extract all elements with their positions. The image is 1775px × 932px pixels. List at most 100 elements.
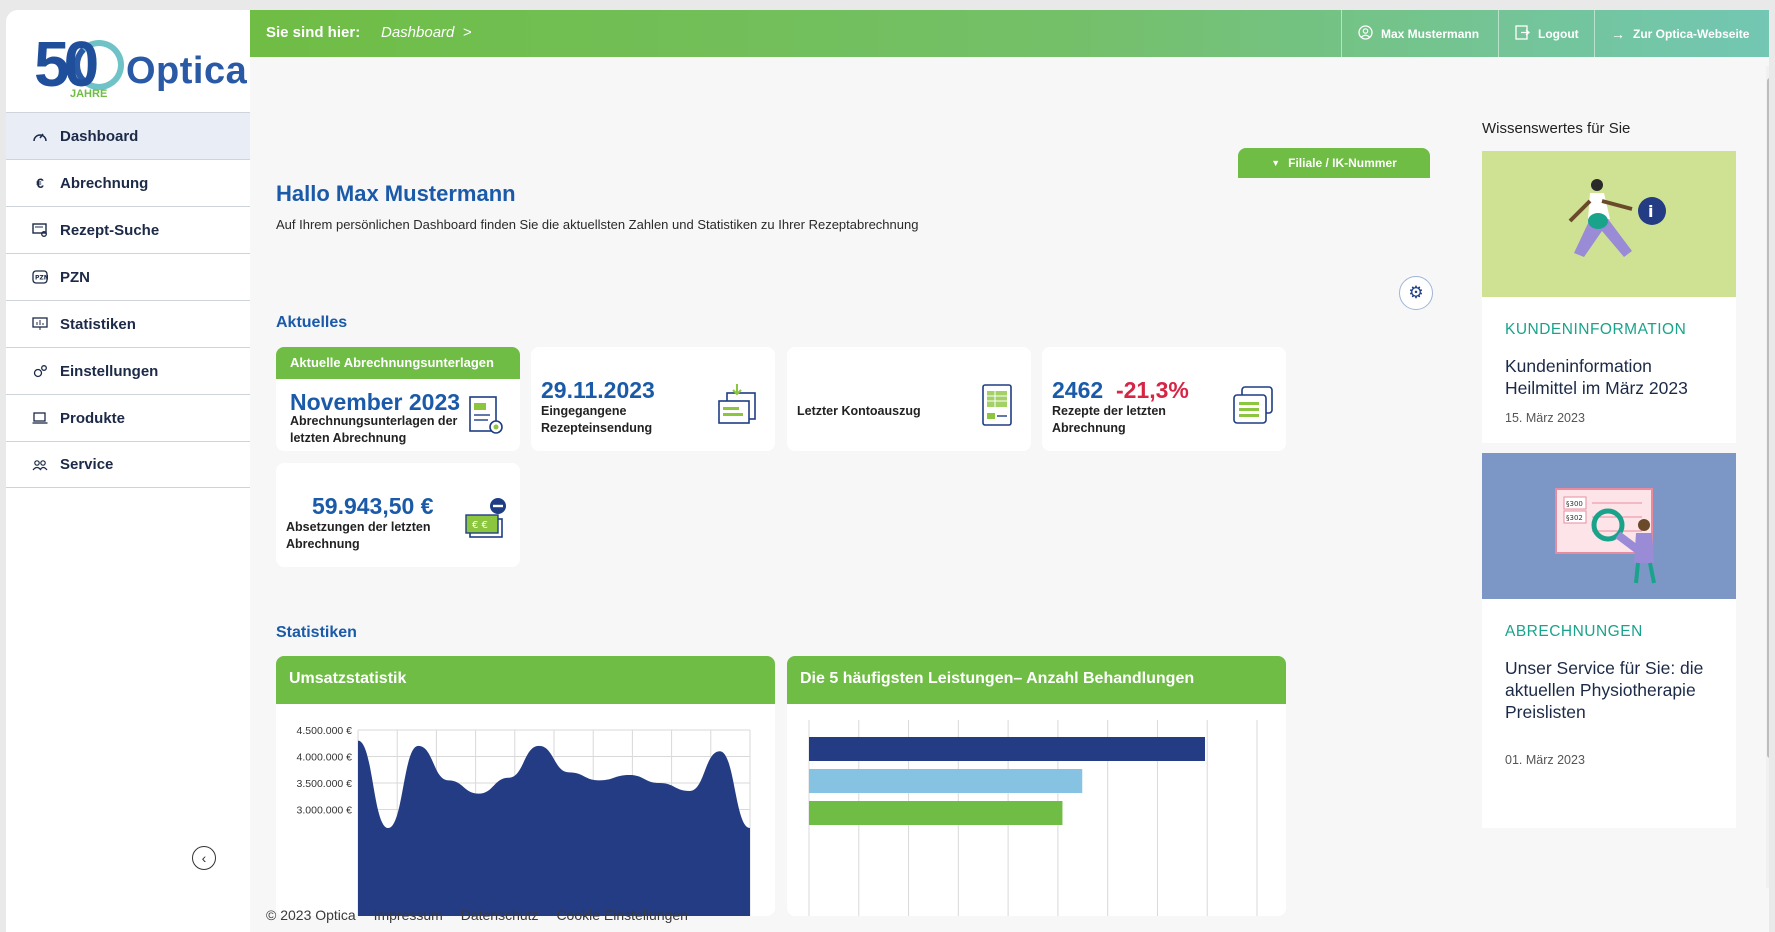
tray-download-icon — [715, 383, 761, 429]
filiale-label: Filiale / IK-Nummer — [1288, 156, 1397, 170]
logo-brand: Optica — [126, 50, 248, 92]
chevron-left-icon: ‹ — [201, 850, 207, 866]
news-category: ABRECHNUNGEN — [1505, 623, 1643, 640]
bar — [809, 769, 1083, 793]
logout-button[interactable]: Logout — [1498, 10, 1594, 57]
sidebar-item-rezept-suche[interactable]: Rezept-Suche — [6, 206, 250, 253]
sidebar-item-abrechnung[interactable]: € Abrechnung — [6, 159, 250, 206]
sidebar-item-label: Dashboard — [60, 127, 139, 145]
pzn-icon: PZN — [30, 268, 50, 286]
y-tick-label: 3.500.000 € — [297, 778, 353, 790]
chevron-down-icon: ▼ — [1271, 158, 1281, 168]
gear-icon: ⚙ — [1408, 283, 1424, 302]
user-profile-button[interactable]: Max Mustermann — [1341, 10, 1498, 57]
logo-number: 50 — [34, 28, 99, 100]
prescription-search-icon — [30, 221, 50, 239]
leistungen-chart — [808, 720, 1258, 916]
app-window: 50 JAHRE Optica Dashboard € Abrechnung R… — [6, 10, 1769, 932]
chart-title: Umsatzstatistik — [276, 656, 775, 704]
sidebar-item-service[interactable]: Service — [6, 441, 250, 488]
user-circle-icon — [1358, 24, 1373, 43]
svg-text:€ €: € € — [472, 520, 488, 531]
sidebar-item-label: Service — [60, 456, 114, 473]
page-intro: Auf Ihrem persönlichen Dashboard finden … — [276, 217, 919, 232]
area-series — [358, 740, 750, 916]
sidebar-item-einstellungen[interactable]: Einstellungen — [6, 347, 250, 394]
news-title: Unser Service für Sie: die aktuellen Phy… — [1505, 658, 1704, 722]
sidebar-item-label: Rezept-Suche — [60, 221, 160, 239]
main-content: ▼ Filiale / IK-Nummer Hallo Max Musterma… — [250, 57, 1480, 916]
speedometer-icon — [30, 127, 50, 145]
news-date: 15. März 2023 — [1505, 411, 1585, 425]
news-card-abrechnungen[interactable]: §300 §302 ABRECHNUNGEN Unser Service für… — [1482, 453, 1736, 828]
card-label: Absetzungen der letzten Abrechnung — [286, 520, 431, 551]
chart-card-umsatz: Umsatzstatistik 4.500.000 € 4.000.000 € 3.… — [276, 656, 775, 916]
footer-impressum-link[interactable]: Impressum — [374, 907, 443, 923]
card-count: 2462 — [1052, 377, 1104, 403]
chart-board-icon — [30, 315, 50, 333]
section-heading-aktuelles: Aktuelles — [276, 314, 348, 331]
footer-cookies-link[interactable]: Cookie Einstellungen — [556, 907, 688, 923]
chart-title: Die 5 häufigsten Leistungen– Anzahl Beha… — [787, 656, 1286, 704]
footer-copyright: © 2023 Optica — [266, 907, 356, 923]
card-rezepteinsendung[interactable]: 29.11.2023 Eingegangene Rezepteinsendung — [531, 347, 775, 451]
svg-text:PZN: PZN — [35, 275, 48, 282]
statement-icon — [977, 383, 1023, 429]
card-change: -21,3% — [1115, 377, 1189, 403]
gears-icon — [30, 362, 50, 380]
chart-card-leistungen: Die 5 häufigsten Leistungen– Anzahl Beha… — [787, 656, 1286, 916]
card-value: November 2023 — [290, 389, 461, 415]
breadcrumb-separator: > — [462, 24, 472, 41]
website-link[interactable]: → Zur Optica-Webseite — [1594, 10, 1769, 57]
news-date: 01. März 2023 — [1505, 753, 1585, 767]
scrollbar-thumb[interactable] — [1767, 78, 1769, 758]
sidebar-item-label: PZN — [60, 268, 90, 286]
card-absetzungen[interactable]: 59.943,50 € Absetzungen der letzten Abrec… — [276, 463, 520, 567]
news-card-kundeninformation[interactable]: i KUNDENINFORMATION Kundeninformation He… — [1482, 151, 1736, 443]
card-label: Eingegangene Rezepteinsendung — [541, 404, 653, 435]
settings-button[interactable]: ⚙ — [1399, 276, 1433, 310]
info-heading: Wissenswertes für Sie — [1482, 120, 1631, 137]
card-abrechnungsunterlagen[interactable]: Aktuelle Abrechnungsunterlagen November … — [276, 347, 520, 451]
card-rezepte[interactable]: 2462 -21,3% Rezepte der letzten Abrechnun… — [1042, 347, 1286, 451]
breadcrumb[interactable]: Dashboard > — [381, 24, 472, 41]
card-value: 29.11.2023 — [541, 377, 655, 403]
image-label: §302 — [1566, 514, 1583, 522]
sidebar-item-label: Abrechnung — [60, 174, 149, 192]
logo[interactable]: 50 JAHRE Optica — [34, 28, 247, 104]
money-minus-icon: € € — [462, 497, 508, 543]
y-tick-label: 4.500.000 € — [297, 725, 353, 737]
collapse-sidebar-button[interactable]: ‹ — [192, 846, 216, 870]
documents-stack-icon — [1230, 383, 1276, 429]
news-illustration-magnifier: §300 §302 — [1482, 453, 1736, 599]
sidebar-item-label: Statistiken — [60, 315, 136, 333]
page-title: Hallo Max Mustermann — [276, 181, 516, 206]
arrow-right-icon: → — [1611, 25, 1625, 42]
euro-icon: € — [36, 175, 44, 191]
user-name: Max Mustermann — [1381, 26, 1480, 41]
card-kontoauszug[interactable]: Letzter Kontoauszug — [787, 347, 1031, 451]
breadcrumb-current: Dashboard — [381, 24, 455, 41]
sidebar: 50 JAHRE Optica Dashboard € Abrechnung R… — [6, 10, 250, 932]
footer: © 2023 Optica Impressum Datenschutz Cook… — [266, 907, 702, 923]
svg-text:i: i — [1648, 202, 1653, 221]
sidebar-item-dashboard[interactable]: Dashboard — [6, 112, 250, 159]
sidebar-item-label: Einstellungen — [60, 362, 159, 380]
card-label: Letzter Kontoauszug — [797, 404, 921, 418]
image-label: §300 — [1566, 500, 1583, 508]
sidebar-item-produkte[interactable]: Produkte — [6, 394, 250, 441]
card-label: Abrechnungsunterlagen der letzten Abrechn… — [290, 414, 458, 445]
news-category: KUNDENINFORMATION — [1505, 321, 1687, 338]
news-illustration-runner: i — [1482, 151, 1736, 297]
sidebar-item-statistiken[interactable]: Statistiken — [6, 300, 250, 347]
news-title: Kundeninformation Heilmittel im März 202… — [1505, 356, 1688, 398]
bar — [809, 801, 1063, 825]
footer-datenschutz-link[interactable]: Datenschutz — [461, 907, 539, 923]
sidebar-item-pzn[interactable]: PZN PZN — [6, 253, 250, 300]
page-scrollbar[interactable] — [1766, 66, 1769, 888]
filiale-dropdown[interactable]: ▼ Filiale / IK-Nummer — [1238, 148, 1430, 178]
card-label: Rezepte der letzten Abrechnung — [1052, 404, 1166, 435]
card-value: 59.943,50 € — [312, 493, 434, 519]
card-value: 2462 -21,3% — [1052, 377, 1189, 404]
sidebar-item-label: Produkte — [60, 409, 126, 427]
